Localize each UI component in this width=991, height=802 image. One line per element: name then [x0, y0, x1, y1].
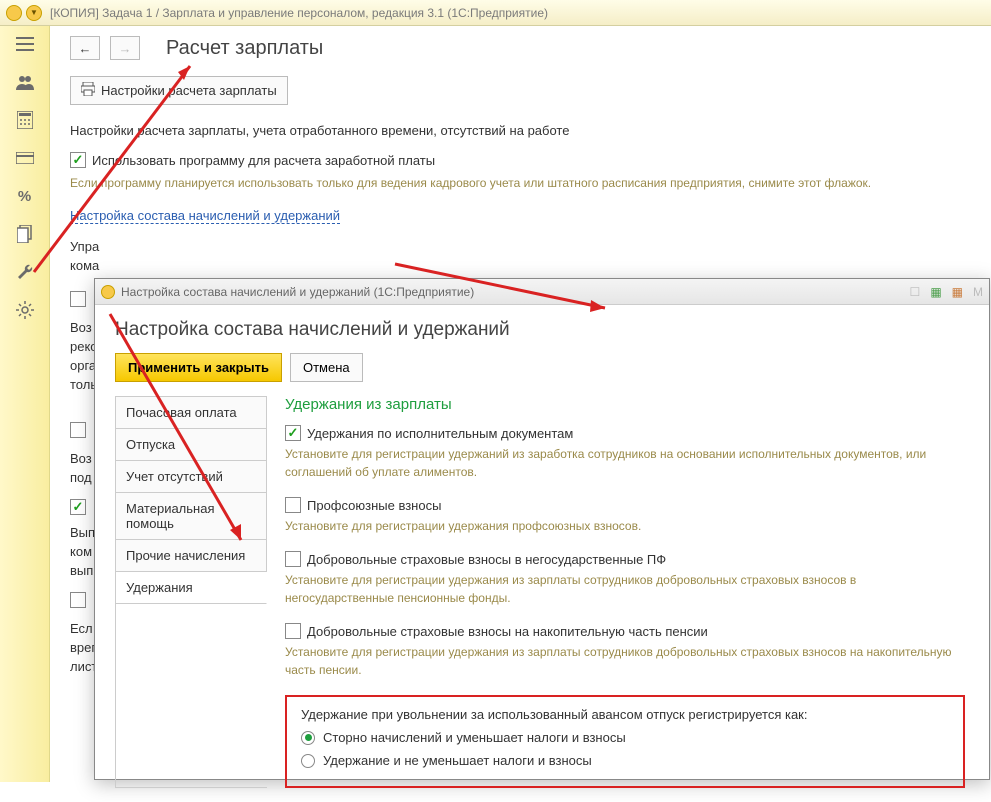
- modal-calendar-icon[interactable]: ▦: [952, 285, 963, 299]
- bg-text: Воз: [70, 320, 92, 335]
- apply-close-button[interactable]: Применить и закрыть: [115, 353, 282, 382]
- page-description: Настройки расчета зарплаты, учета отрабо…: [70, 123, 971, 138]
- settings-button-label: Настройки расчета зарплаты: [101, 83, 277, 98]
- opt-pension-hint: Установите для регистрации удержания из …: [285, 643, 965, 679]
- bg-text: Воз: [70, 451, 92, 466]
- use-program-hint: Если программу планируется использовать …: [70, 174, 971, 192]
- bg-checkbox[interactable]: [70, 499, 86, 515]
- section-title: Удержания из зарплаты: [285, 396, 965, 413]
- percent-icon[interactable]: %: [15, 186, 35, 206]
- settings-modal: Настройка состава начислений и удержаний…: [94, 278, 990, 780]
- bg-text: кома: [70, 258, 99, 273]
- tab-absences[interactable]: Учет отсутствий: [116, 461, 267, 493]
- bg-text: вып: [70, 563, 93, 578]
- tab-hourly[interactable]: Почасовая оплата: [116, 397, 267, 429]
- bg-text: ком: [70, 544, 92, 559]
- modal-grid-icon[interactable]: ▦: [930, 285, 941, 299]
- cancel-button[interactable]: Отмена: [290, 353, 363, 382]
- settings-composition-link[interactable]: Настройка состава начислений и удержаний: [70, 208, 340, 224]
- app-dropdown-icon[interactable]: ▼: [26, 5, 42, 21]
- app-logo-icon: [6, 5, 22, 21]
- radio-storno-label: Сторно начислений и уменьшает налоги и в…: [323, 730, 626, 745]
- modal-m-icon[interactable]: M: [973, 285, 983, 299]
- use-program-label: Использовать программу для расчета зараб…: [92, 153, 435, 168]
- bg-checkbox[interactable]: [70, 422, 86, 438]
- settings-toolbar-button[interactable]: Настройки расчета зарплаты: [70, 76, 288, 105]
- opt-pension-label: Добровольные страховые взносы на накопит…: [307, 624, 708, 639]
- nav-forward-button[interactable]: →: [110, 36, 140, 60]
- opt-voluntary-pf-hint: Установите для регистрации удержания из …: [285, 571, 965, 607]
- modal-action-icon[interactable]: ☐: [910, 285, 921, 299]
- modal-title-text: Настройка состава начислений и удержаний…: [121, 285, 910, 299]
- use-program-checkbox[interactable]: [70, 152, 86, 168]
- bg-text: врег: [70, 640, 96, 655]
- bg-text: Вып: [70, 525, 95, 540]
- radio-storno[interactable]: [301, 731, 315, 745]
- bg-text: Есл: [70, 621, 93, 636]
- modal-tabs: Почасовая оплата Отпуска Учет отсутствий…: [115, 396, 267, 788]
- opt-voluntary-pf-label: Добровольные страховые взносы в негосуда…: [307, 552, 666, 567]
- opt-union-label: Профсоюзные взносы: [307, 498, 441, 513]
- bg-checkbox[interactable]: [70, 291, 86, 307]
- bg-checkbox[interactable]: [70, 592, 86, 608]
- window-titlebar: ▼ [КОПИЯ] Задача 1 / Зарплата и управлен…: [0, 0, 991, 26]
- opt-pension-checkbox[interactable]: [285, 623, 301, 639]
- nav-back-button[interactable]: ←: [70, 36, 100, 60]
- tab-other[interactable]: Прочие начисления: [116, 540, 267, 572]
- page-title: Расчет зарплаты: [166, 37, 323, 60]
- dismissal-radio-group: Удержание при увольнении за использованн…: [285, 695, 965, 788]
- bg-text: орга: [70, 358, 96, 373]
- tab-deductions[interactable]: Удержания: [116, 572, 267, 604]
- tab-material-aid[interactable]: Материальная помощь: [116, 493, 267, 540]
- radio-deduction[interactable]: [301, 754, 315, 768]
- calculator-icon[interactable]: [15, 110, 35, 130]
- print-icon: [81, 82, 95, 99]
- documents-icon[interactable]: [15, 224, 35, 244]
- modal-titlebar: Настройка состава начислений и удержаний…: [95, 279, 989, 305]
- opt-voluntary-pf-checkbox[interactable]: [285, 551, 301, 567]
- radio-group-heading: Удержание при увольнении за использованн…: [301, 707, 949, 722]
- gear-icon[interactable]: [15, 300, 35, 320]
- bg-text: Упра: [70, 239, 99, 254]
- users-icon[interactable]: [15, 72, 35, 92]
- opt-union-checkbox[interactable]: [285, 497, 301, 513]
- tab-content: Удержания из зарплаты Удержания по испол…: [281, 396, 969, 788]
- radio-deduction-label: Удержание и не уменьшает налоги и взносы: [323, 753, 592, 768]
- tab-vacations[interactable]: Отпуска: [116, 429, 267, 461]
- opt-exec-docs-label: Удержания по исполнительным документам: [307, 426, 573, 441]
- card-icon[interactable]: [15, 148, 35, 168]
- modal-logo-icon: [101, 285, 115, 299]
- opt-union-hint: Установите для регистрации удержания про…: [285, 517, 965, 535]
- menu-icon[interactable]: [15, 34, 35, 54]
- bg-text: под: [70, 470, 92, 485]
- sidebar: %: [0, 26, 50, 782]
- opt-exec-docs-checkbox[interactable]: [285, 425, 301, 441]
- wrench-icon[interactable]: [15, 262, 35, 282]
- opt-exec-docs-hint: Установите для регистрации удержаний из …: [285, 445, 965, 481]
- window-title: [КОПИЯ] Задача 1 / Зарплата и управление…: [50, 6, 548, 20]
- modal-heading: Настройка состава начислений и удержаний: [115, 319, 969, 341]
